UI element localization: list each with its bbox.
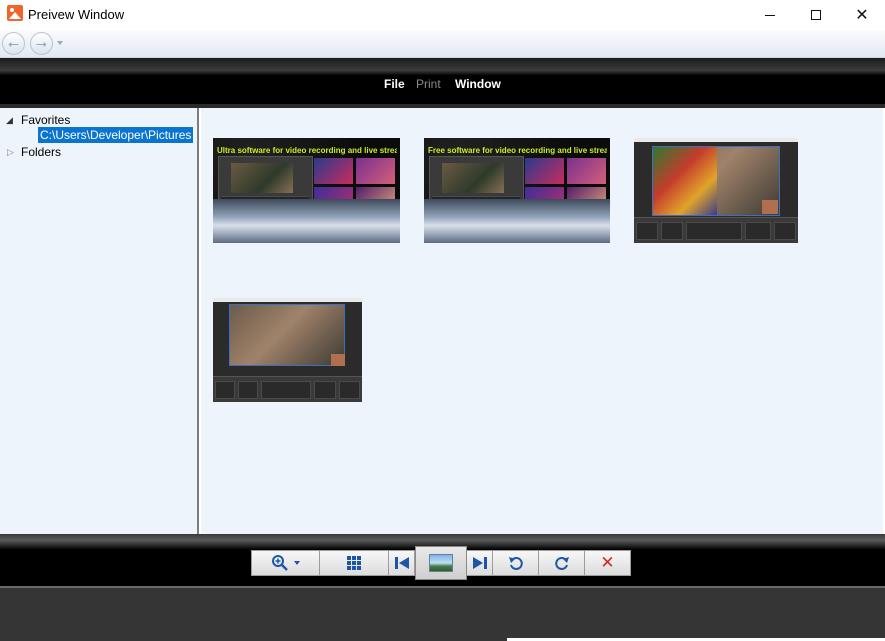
- zoom-button[interactable]: [251, 550, 320, 576]
- thumbnail-image[interactable]: Free software for video recording and li…: [424, 138, 610, 243]
- delete-icon: ✕: [600, 553, 615, 572]
- thumbnail-caption: Ultra software for video recording and l…: [217, 146, 397, 155]
- thumbnail-image[interactable]: [634, 138, 798, 243]
- viewer-toolbar: ✕: [251, 546, 631, 580]
- menu-print[interactable]: Print: [416, 77, 441, 91]
- thumbnail-image[interactable]: Ultra software for video recording and l…: [213, 138, 400, 243]
- previous-image-button[interactable]: [389, 550, 415, 576]
- skip-next-icon: [472, 557, 487, 569]
- rotate-right-icon: [554, 557, 569, 570]
- menu-bar: File Print Window: [0, 77, 885, 93]
- single-image-view-button[interactable]: [415, 546, 467, 580]
- status-area: [0, 586, 885, 641]
- collapse-arrow-icon[interactable]: ▷: [7, 147, 14, 158]
- dropdown-icon: [294, 561, 300, 565]
- grid-view-icon: [347, 556, 361, 570]
- history-dropdown-icon[interactable]: [57, 41, 63, 45]
- minimize-icon: [765, 14, 775, 16]
- thumbnail-grid: Ultra software for video recording and l…: [201, 108, 883, 534]
- close-icon: ✕: [855, 7, 869, 24]
- thumbnail-image[interactable]: [213, 298, 362, 402]
- back-button[interactable]: ⭠: [2, 32, 25, 55]
- skip-previous-icon: [394, 557, 409, 569]
- tree-item-favorites[interactable]: Favorites: [21, 113, 70, 127]
- picture-icon: [7, 5, 23, 21]
- navigation-bar: ⭠ ⭢: [0, 30, 885, 58]
- menu-file[interactable]: File: [384, 77, 405, 91]
- maximize-button[interactable]: [793, 0, 839, 30]
- delete-button[interactable]: ✕: [585, 550, 631, 576]
- tree-item-pictures-path[interactable]: C:\Users\Developer\Pictures: [38, 127, 194, 143]
- single-image-view-icon: [429, 554, 453, 572]
- grid-view-button[interactable]: [320, 550, 389, 576]
- rotate-right-button[interactable]: [539, 550, 585, 576]
- zoom-icon: [272, 555, 288, 571]
- preview-window: Preivew Window ✕ ⭠ ⭢ File Print Window ◢…: [0, 0, 885, 641]
- forward-arrow-icon: ⭢: [35, 35, 48, 51]
- next-image-button[interactable]: [467, 550, 493, 576]
- minimize-button[interactable]: [747, 0, 793, 30]
- expand-arrow-icon[interactable]: ◢: [6, 115, 13, 126]
- close-button[interactable]: ✕: [839, 0, 885, 30]
- thumbnail-caption: Free software for video recording and li…: [428, 146, 607, 155]
- title-bar[interactable]: Preivew Window ✕: [0, 0, 885, 30]
- menu-window[interactable]: Window: [455, 77, 501, 91]
- window-title: Preivew Window: [28, 7, 125, 22]
- forward-button[interactable]: ⭢: [30, 32, 53, 55]
- back-arrow-icon: ⭠: [7, 35, 20, 51]
- maximize-icon: [811, 10, 821, 20]
- rotate-left-icon: [508, 557, 523, 570]
- tree-item-folders[interactable]: Folders: [21, 145, 61, 159]
- folder-tree: ◢ Favorites C:\Users\Developer\Pictures …: [0, 108, 199, 534]
- rotate-left-button[interactable]: [493, 550, 539, 576]
